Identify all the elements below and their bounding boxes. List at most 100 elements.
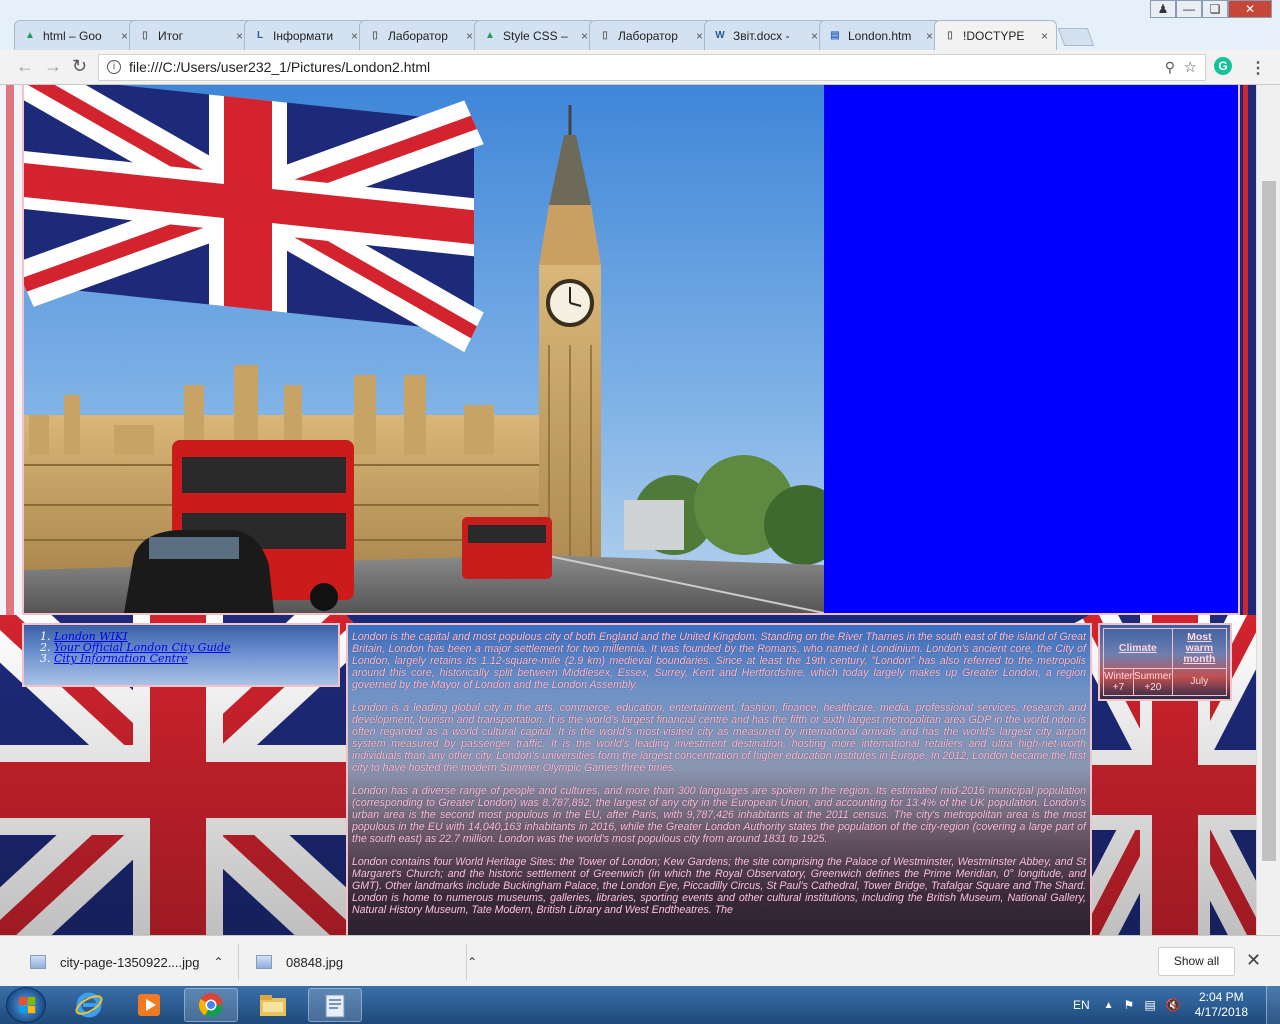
image-file-icon [30,955,46,969]
windows-taskbar: EN ▲ ⚑ ▤ 🔇 2:04 PM 4/17/2018 [0,986,1280,1024]
close-shelf-icon[interactable]: ✕ [1246,950,1261,971]
tab-strip: ▲ html – Goo × ▯ Итог × L Інформати × ▯ Лаборатор ×… [14,20,1095,50]
article-paragraph: London has a diverse range of people and… [352,785,1086,845]
winter-value: +7 [1112,681,1125,693]
divider [238,944,239,980]
doc-icon: ▤ [830,30,840,41]
browser-tab[interactable]: ▯ Итог × [129,20,252,50]
winter-cell: Winter +7 [1103,667,1134,697]
close-tab-icon[interactable]: × [811,29,818,43]
new-tab-button[interactable] [1057,28,1095,46]
flag-icon[interactable]: ⚑ [1124,998,1135,1012]
page-icon: ▯ [142,30,148,41]
media-player-icon[interactable] [122,988,176,1022]
reload-icon[interactable]: ↻ [72,56,87,77]
show-all-button[interactable]: Show all [1158,947,1235,976]
page-icon: ▯ [947,30,953,41]
tab-label: London.htm [848,28,912,43]
chrome-icon[interactable] [184,988,238,1022]
minimize-button[interactable]: — [1176,0,1202,18]
clock-time: 2:04 PM [1198,990,1244,1004]
download-item[interactable]: city-page-1350922....jpg ⌃ [30,946,224,978]
divider [466,944,467,980]
climate-table: Climate Most warm month Winter +7 Summer… [1103,628,1228,697]
browser-tab[interactable]: ▯ Лаборатор × [359,20,482,50]
download-shelf: city-page-1350922....jpg ⌃ 08848.jpg ⌃ S… [0,935,1280,986]
tab-label: Звіт.docx - [733,28,790,43]
download-filename: 08848.jpg [286,954,344,970]
browser-toolbar: ← → ↻ i file:///C:/Users/user232_1/Pictu… [0,50,1280,85]
volume-muted-icon[interactable]: 🔇 [1166,998,1181,1012]
bookmark-star-icon[interactable]: ☆ [1184,55,1197,80]
link-list-item: City Information Centre [54,653,338,664]
language-indicator[interactable]: EN [1073,998,1090,1012]
browser-tab[interactable]: ▤ London.htm × [819,20,942,50]
hero-panel [22,85,1240,615]
browser-tab[interactable]: ▯ Лаборатор × [589,20,712,50]
info-icon[interactable]: i [107,60,121,74]
download-item[interactable]: 08848.jpg ⌃ [256,946,477,978]
maximize-button[interactable]: ❏ [1202,0,1228,18]
forward-icon[interactable]: → [44,56,62,77]
address-bar[interactable]: i file:///C:/Users/user232_1/Pictures/Lo… [98,54,1206,81]
browser-titlebar: ▲ html – Goo × ▯ Итог × L Інформати × ▯ Лаборатор ×… [0,0,1280,50]
user-icon[interactable]: ♟ [1150,0,1176,18]
article-paragraph: London is a leading global city in the a… [352,702,1086,774]
internet-explorer-icon[interactable] [62,988,116,1022]
page-viewport: London WIKIYour Official London City Gui… [0,85,1280,935]
browser-tab[interactable]: ▲ html – Goo × [14,20,137,50]
menu-kebab-icon[interactable]: ⋮ [1250,58,1266,78]
image-file-icon [256,955,272,969]
tab-label: Лаборатор [618,28,678,43]
browser-tab[interactable]: W Звіт.docx - × [704,20,827,50]
drive-icon: ▲ [485,30,495,41]
tab-label: !DOCTYPE [963,28,1025,43]
back-icon[interactable]: ← [16,56,34,77]
page-scrollbar[interactable] [1256,85,1280,935]
url-text: file:///C:/Users/user232_1/Pictures/Lond… [129,59,431,75]
links-list: London WIKIYour Official London City Gui… [54,631,338,664]
close-window-button[interactable]: ✕ [1228,0,1272,18]
winter-label: Winter [1104,670,1133,682]
browser-tab[interactable]: L Інформати × [244,20,367,50]
drive-icon: ▲ [25,30,35,41]
close-tab-icon[interactable]: × [236,29,243,43]
browser-tab[interactable]: ▲ Style CSS – × [474,20,597,50]
climate-panel: Climate Most warm month Winter +7 Summer… [1098,623,1232,701]
article-paragraph: London contains four World Heritage Site… [352,856,1086,916]
month-cell: July [1171,667,1228,697]
lvb-icon: L [256,30,264,41]
close-tab-icon[interactable]: × [466,29,473,43]
window-controls: ♟ — ❏ ✕ [1150,0,1272,18]
most-warm-month-header: Most warm month [1171,628,1228,669]
tab-label: html – Goo [43,28,102,43]
page-icon: ▯ [372,30,378,41]
chevron-up-icon[interactable]: ⌃ [467,955,477,969]
close-tab-icon[interactable]: × [351,29,358,43]
scrollbar-thumb[interactable] [1262,181,1276,861]
network-icon[interactable]: ▤ [1144,998,1155,1012]
close-tab-icon[interactable]: × [581,29,588,43]
summer-label: Summer [1133,670,1172,682]
article-content: London is the capital and most populous … [346,623,1092,935]
summer-cell: Summer +20 [1132,667,1173,697]
close-tab-icon[interactable]: × [696,29,703,43]
start-button[interactable] [6,987,46,1023]
show-desktop-button[interactable] [1266,986,1280,1024]
file-explorer-icon[interactable] [246,988,300,1022]
external-link[interactable]: City Information Centre [54,652,188,665]
tray-expand-icon[interactable]: ▲ [1104,1000,1114,1011]
word-app-icon[interactable] [308,988,362,1022]
browser-tab[interactable]: ▯ !DOCTYPE × [934,20,1057,50]
chevron-up-icon[interactable]: ⌃ [213,955,223,969]
london-hero-image [24,85,824,613]
zoom-icon[interactable]: ⚲ [1165,55,1175,80]
close-tab-icon[interactable]: × [926,29,933,43]
clock[interactable]: 2:04 PM 4/17/2018 [1195,990,1248,1020]
close-tab-icon[interactable]: × [121,29,128,43]
close-tab-icon[interactable]: × [1041,29,1048,43]
grammarly-extension-icon[interactable]: G [1214,57,1232,75]
article-paragraph: London is the capital and most populous … [352,631,1086,691]
tab-label: Style CSS – [503,28,568,43]
climate-header: Climate [1103,628,1173,669]
